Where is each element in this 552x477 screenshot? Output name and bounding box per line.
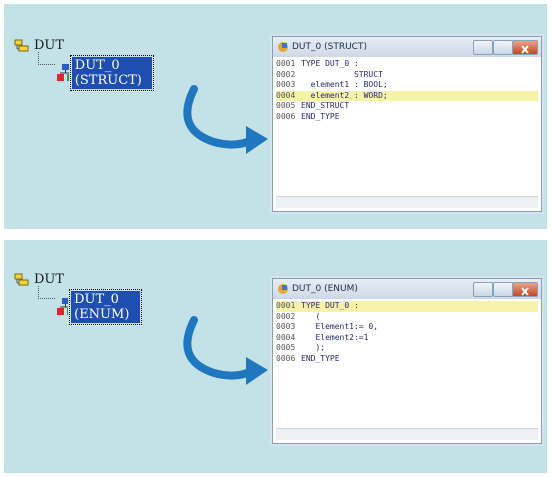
tree-root-label: DUT — [34, 272, 65, 287]
curved-arrow-icon — [183, 85, 268, 154]
data-type-icon — [57, 298, 69, 315]
close-button[interactable] — [512, 282, 538, 297]
code-line-highlighted: 0004 element2 : WORD; — [276, 90, 538, 102]
curved-arrow-icon — [183, 316, 268, 385]
data-type-icon — [57, 64, 69, 81]
app-icon — [278, 284, 288, 294]
tree-item-dut0[interactable]: DUT_0 (ENUM) — [56, 289, 143, 325]
app-icon — [278, 42, 288, 52]
editor-window-enum: DUT_0 (ENUM) 0001 TYPE DUT_0 : 0002 ( 000… — [272, 278, 542, 444]
editor-window-struct: DUT_0 (STRUCT) 0001 TYPE DUT_0 : 0002 STR… — [272, 36, 542, 212]
window-title: DUT_0 (ENUM) — [292, 284, 358, 294]
window-title: DUT_0 (STRUCT) — [292, 42, 367, 52]
tree-connector — [38, 286, 55, 299]
code-line-highlighted: 0001 TYPE DUT_0 : — [276, 301, 538, 312]
maximize-button[interactable] — [493, 40, 513, 55]
folder-tree-icon — [14, 273, 29, 285]
code-line: 0006 END_TYPE — [276, 111, 340, 121]
code-line: 0003 element1 : BOOL; — [276, 80, 388, 90]
code-line: 0002 STRUCT — [276, 69, 383, 79]
tree-root-dut[interactable]: DUT — [14, 272, 64, 287]
close-icon — [521, 45, 529, 54]
close-icon — [521, 287, 529, 296]
minimize-button[interactable] — [473, 282, 493, 297]
minimize-button[interactable] — [473, 40, 493, 55]
code-line: 0001 TYPE DUT_0 : — [276, 59, 359, 68]
code-editor[interactable]: 0001 TYPE DUT_0 : 0002 STRUCT 0003 elemen… — [276, 59, 538, 123]
code-line: 0004 Element2:=1 — [276, 332, 369, 342]
struct-panel: DUT DUT_0 (STRUCT) DUT_0 (STRUCT) 0001 TY… — [4, 4, 547, 229]
code-editor[interactable]: 0001 TYPE DUT_0 : 0002 ( 0003 Element1:= … — [276, 301, 538, 365]
code-line: 0003 Element1:= 0, — [276, 322, 379, 332]
tree-connector — [38, 52, 55, 65]
tree-item-dut0[interactable]: DUT_0 (STRUCT) — [56, 55, 155, 91]
folder-tree-icon — [14, 39, 29, 51]
tree-root-dut[interactable]: DUT — [14, 38, 64, 53]
code-line: 0005 END_STRUCT — [276, 101, 350, 111]
maximize-button[interactable] — [493, 282, 513, 297]
code-line: 0002 ( — [276, 311, 321, 321]
code-line: 0005 ); — [276, 343, 326, 353]
horizontal-scrollbar[interactable] — [276, 196, 538, 208]
tree-item-label-selected[interactable]: DUT_0 (ENUM) — [69, 289, 143, 325]
enum-panel: DUT DUT_0 (ENUM) DUT_0 (ENUM) 0001 TYPE D… — [4, 240, 547, 473]
close-button[interactable] — [512, 40, 538, 55]
code-line: 0006 END_TYPE — [276, 353, 340, 363]
horizontal-scrollbar[interactable] — [276, 428, 538, 440]
tree-item-label-selected[interactable]: DUT_0 (STRUCT) — [69, 55, 155, 91]
tree-root-label: DUT — [34, 38, 65, 53]
